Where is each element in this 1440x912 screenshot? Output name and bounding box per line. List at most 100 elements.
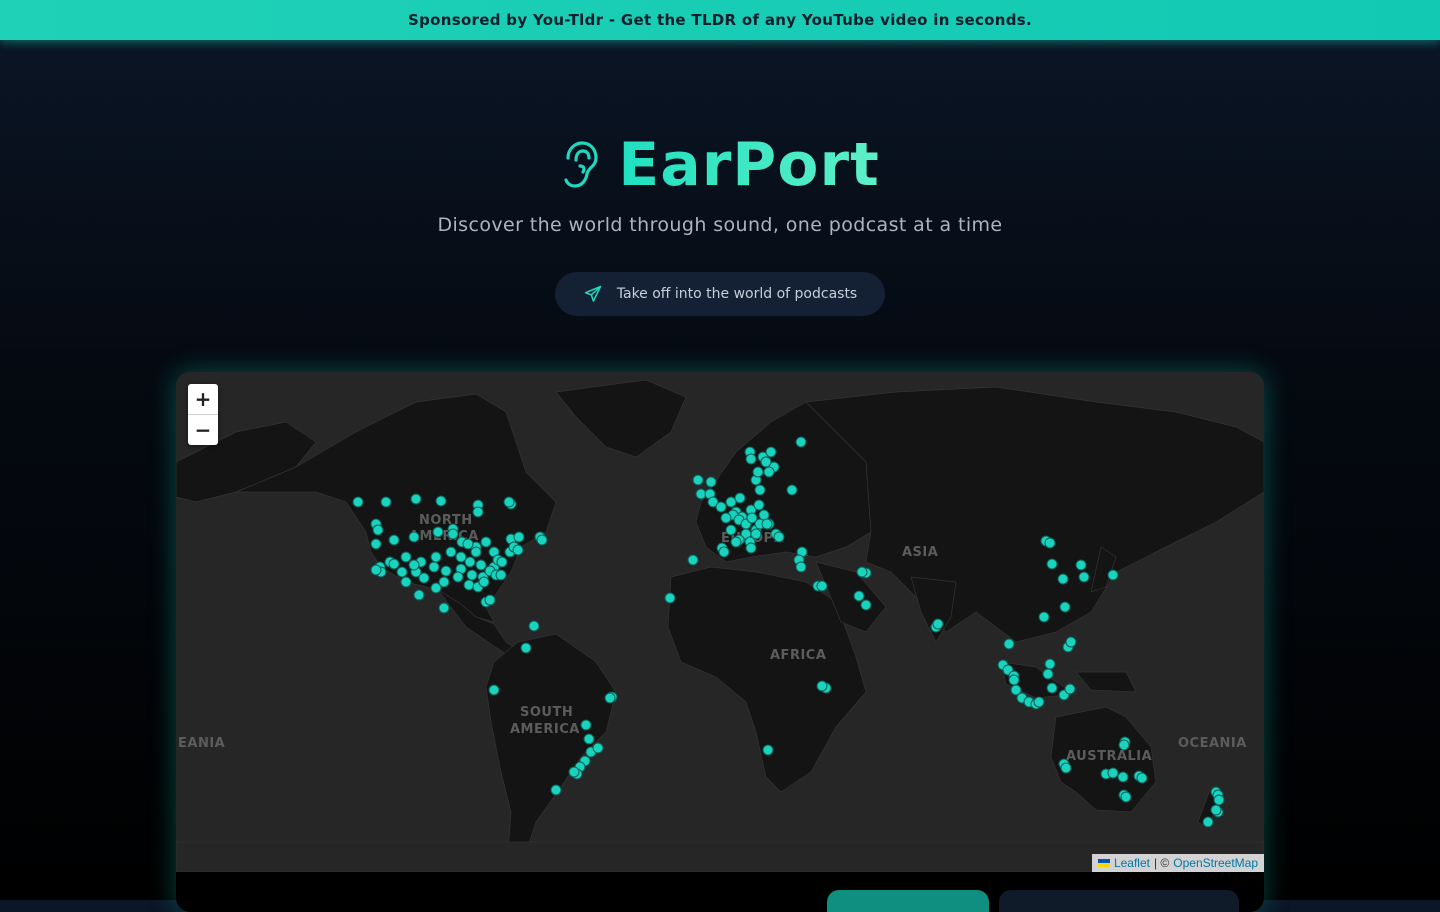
- podcast-marker[interactable]: [816, 680, 828, 692]
- podcast-marker[interactable]: [853, 590, 865, 602]
- podcast-marker[interactable]: [761, 518, 773, 530]
- podcast-marker[interactable]: [786, 484, 798, 496]
- podcast-marker[interactable]: [388, 558, 400, 570]
- podcast-marker[interactable]: [478, 576, 490, 588]
- take-off-label[interactable]: Take off into the world of podcasts: [617, 286, 857, 302]
- podcast-marker[interactable]: [1118, 739, 1130, 751]
- podcast-marker[interactable]: [604, 692, 616, 704]
- podcast-marker[interactable]: [1213, 794, 1225, 806]
- podcast-marker[interactable]: [705, 476, 717, 488]
- podcast-marker[interactable]: [462, 538, 474, 550]
- podcast-marker[interactable]: [765, 446, 777, 458]
- podcast-marker[interactable]: [745, 542, 757, 554]
- podcast-marker[interactable]: [720, 512, 732, 524]
- podcast-marker[interactable]: [512, 544, 524, 556]
- podcast-marker[interactable]: [718, 546, 730, 558]
- podcast-marker[interactable]: [1065, 636, 1077, 648]
- podcast-marker[interactable]: [1210, 804, 1222, 816]
- podcast-marker[interactable]: [428, 561, 440, 573]
- podcast-marker[interactable]: [455, 551, 467, 563]
- podcast-marker[interactable]: [438, 602, 450, 614]
- podcast-marker[interactable]: [447, 528, 459, 540]
- map-canvas[interactable]: NORTH AMERICA EUROPE ASIA AFRICA SOUTH A…: [176, 372, 1264, 872]
- podcast-marker[interactable]: [795, 436, 807, 448]
- podcast-marker[interactable]: [408, 531, 420, 543]
- podcast-marker[interactable]: [753, 499, 765, 511]
- podcast-marker[interactable]: [408, 559, 420, 571]
- podcast-marker[interactable]: [725, 496, 737, 508]
- podcast-marker[interactable]: [1120, 791, 1132, 803]
- podcast-marker[interactable]: [1107, 569, 1119, 581]
- podcast-marker[interactable]: [664, 592, 676, 604]
- podcast-marker[interactable]: [1042, 668, 1054, 680]
- podcast-marker[interactable]: [1003, 638, 1015, 650]
- podcast-marker[interactable]: [396, 566, 408, 578]
- podcast-marker[interactable]: [1064, 683, 1076, 695]
- podcast-marker[interactable]: [380, 496, 392, 508]
- podcast-marker[interactable]: [400, 576, 412, 588]
- podcast-marker[interactable]: [592, 742, 604, 754]
- podcast-marker[interactable]: [488, 684, 500, 696]
- podcast-marker[interactable]: [687, 554, 699, 566]
- leaflet-link[interactable]: Leaflet: [1114, 856, 1150, 870]
- podcast-marker[interactable]: [715, 501, 727, 513]
- podcast-marker[interactable]: [1202, 816, 1214, 828]
- podcast-marker[interactable]: [484, 594, 496, 606]
- podcast-marker[interactable]: [773, 531, 785, 543]
- podcast-marker[interactable]: [520, 642, 532, 654]
- world-map[interactable]: NORTH AMERICA EUROPE ASIA AFRICA SOUTH A…: [176, 372, 1264, 912]
- podcast-marker[interactable]: [503, 496, 515, 508]
- podcast-marker[interactable]: [496, 556, 508, 568]
- podcast-marker[interactable]: [464, 556, 476, 568]
- podcast-marker[interactable]: [760, 456, 772, 468]
- podcast-marker[interactable]: [1033, 696, 1045, 708]
- podcast-marker[interactable]: [1046, 558, 1058, 570]
- podcast-marker[interactable]: [413, 589, 425, 601]
- sponsor-banner[interactable]: Sponsored by You-Tldr - Get the TLDR of …: [0, 0, 1440, 40]
- podcast-marker[interactable]: [550, 784, 562, 796]
- podcast-marker[interactable]: [1046, 682, 1058, 694]
- podcast-marker[interactable]: [816, 580, 828, 592]
- podcast-marker[interactable]: [1060, 762, 1072, 774]
- podcast-marker[interactable]: [430, 551, 442, 563]
- podcast-marker[interactable]: [435, 495, 447, 507]
- podcast-marker[interactable]: [580, 719, 592, 731]
- podcast-marker[interactable]: [734, 492, 746, 504]
- sponsor-banner-text[interactable]: Sponsored by You-Tldr - Get the TLDR of …: [408, 11, 1032, 29]
- podcast-marker[interactable]: [725, 524, 737, 536]
- podcast-marker[interactable]: [536, 534, 548, 546]
- podcast-marker[interactable]: [495, 569, 507, 581]
- podcast-marker[interactable]: [763, 466, 775, 478]
- podcast-marker[interactable]: [750, 528, 762, 540]
- podcast-marker[interactable]: [568, 766, 580, 778]
- podcast-marker[interactable]: [762, 744, 774, 756]
- podcast-marker[interactable]: [432, 526, 444, 538]
- podcast-marker[interactable]: [370, 538, 382, 550]
- podcast-marker[interactable]: [758, 509, 770, 521]
- podcast-marker[interactable]: [1057, 573, 1069, 585]
- podcast-marker[interactable]: [470, 546, 482, 558]
- podcast-marker[interactable]: [1044, 658, 1056, 670]
- podcast-marker[interactable]: [746, 512, 758, 524]
- podcast-marker[interactable]: [418, 572, 430, 584]
- podcast-marker[interactable]: [513, 531, 525, 543]
- podcast-marker[interactable]: [352, 496, 364, 508]
- podcast-marker[interactable]: [1008, 674, 1020, 686]
- podcast-marker[interactable]: [856, 566, 868, 578]
- zoom-in-button[interactable]: +: [188, 384, 218, 414]
- tab-primary[interactable]: [827, 890, 989, 912]
- podcast-marker[interactable]: [400, 551, 412, 563]
- podcast-marker[interactable]: [752, 466, 764, 478]
- podcast-marker[interactable]: [1044, 537, 1056, 549]
- podcast-marker[interactable]: [795, 561, 807, 573]
- podcast-marker[interactable]: [528, 620, 540, 632]
- podcast-marker[interactable]: [1038, 611, 1050, 623]
- podcast-marker[interactable]: [860, 599, 872, 611]
- podcast-marker[interactable]: [463, 579, 475, 591]
- podcast-marker[interactable]: [583, 733, 595, 745]
- podcast-marker[interactable]: [466, 569, 478, 581]
- tab-secondary[interactable]: [999, 890, 1239, 912]
- podcast-marker[interactable]: [440, 565, 452, 577]
- podcast-marker[interactable]: [430, 582, 442, 594]
- podcast-marker[interactable]: [730, 536, 742, 548]
